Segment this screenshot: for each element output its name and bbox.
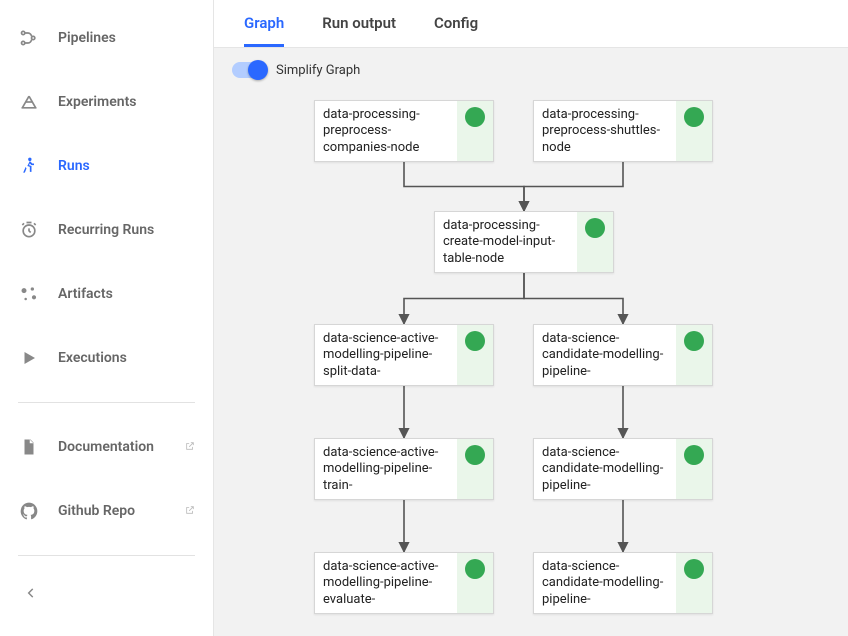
sidebar-item-documentation[interactable]: Documentation (18, 427, 195, 467)
node-status (457, 325, 493, 385)
external-link-icon (185, 505, 195, 518)
node-status (457, 553, 493, 613)
sidebar-item-executions[interactable]: Executions (18, 338, 195, 378)
success-icon (684, 445, 704, 465)
tabs: Graph Run output Config (214, 0, 848, 48)
sidebar-item-label: Artifacts (58, 286, 195, 302)
node-label: data-processing-preprocess-companies-nod… (315, 101, 457, 161)
simplify-toggle[interactable] (232, 62, 266, 78)
clock-icon (18, 219, 40, 241)
pipelines-icon (18, 27, 40, 49)
node-label: data-science-active-modelling-pipeline-e… (315, 553, 457, 613)
success-icon (585, 218, 605, 238)
graph-edges (214, 48, 848, 636)
graph-node[interactable]: data-science-active-modelling-pipeline-t… (314, 438, 494, 500)
graph-area[interactable]: Simplify Graph data-processing-preproces… (214, 48, 848, 636)
node-label: data-processing-preprocess-shuttles-node (534, 101, 676, 161)
success-icon (465, 331, 485, 351)
graph-node[interactable]: data-processing-create-model-input-table… (434, 211, 614, 273)
success-icon (684, 331, 704, 351)
artifacts-icon (18, 283, 40, 305)
node-status (457, 439, 493, 499)
sidebar-item-label: Github Repo (58, 503, 163, 519)
node-status (577, 212, 613, 272)
node-label: data-science-candidate-modelling-pipelin… (534, 553, 676, 613)
simplify-toggle-row: Simplify Graph (232, 62, 360, 78)
experiments-icon (18, 91, 40, 113)
graph-node[interactable]: data-science-active-modelling-pipeline-s… (314, 324, 494, 386)
simplify-toggle-label: Simplify Graph (276, 63, 360, 78)
sidebar-divider (18, 555, 195, 556)
runs-icon (18, 155, 40, 177)
success-icon (465, 445, 485, 465)
node-status (676, 439, 712, 499)
play-icon (18, 347, 40, 369)
sidebar-collapse-button[interactable] (18, 580, 44, 606)
node-status (676, 101, 712, 161)
node-label: data-science-candidate-modelling-pipelin… (534, 439, 676, 499)
node-label: data-processing-create-model-input-table… (435, 212, 577, 272)
graph-node[interactable]: data-processing-preprocess-shuttles-node (533, 100, 713, 162)
sidebar-item-runs[interactable]: Runs (18, 146, 195, 186)
success-icon (465, 107, 485, 127)
sidebar-item-artifacts[interactable]: Artifacts (18, 274, 195, 314)
graph-node[interactable]: data-science-active-modelling-pipeline-e… (314, 552, 494, 614)
tab-config[interactable]: Config (434, 14, 478, 47)
sidebar-item-label: Executions (58, 350, 195, 366)
node-label: data-science-active-modelling-pipeline-s… (315, 325, 457, 385)
graph-node[interactable]: data-processing-preprocess-companies-nod… (314, 100, 494, 162)
main-panel: Graph Run output Config Simplify Graph d… (214, 0, 848, 636)
document-icon (18, 436, 40, 458)
graph-node[interactable]: data-science-candidate-modelling-pipelin… (533, 552, 713, 614)
tab-run-output[interactable]: Run output (322, 14, 396, 47)
external-link-icon (185, 441, 195, 454)
sidebar-item-label: Experiments (58, 94, 195, 110)
node-status (457, 101, 493, 161)
graph-node[interactable]: data-science-candidate-modelling-pipelin… (533, 324, 713, 386)
sidebar-divider (18, 402, 195, 403)
success-icon (465, 559, 485, 579)
sidebar-item-recurring-runs[interactable]: Recurring Runs (18, 210, 195, 250)
success-icon (684, 559, 704, 579)
sidebar-item-label: Runs (58, 158, 195, 174)
github-icon (18, 500, 40, 522)
success-icon (684, 107, 704, 127)
sidebar-item-label: Documentation (58, 439, 163, 455)
node-label: data-science-active-modelling-pipeline-t… (315, 439, 457, 499)
sidebar-item-label: Pipelines (58, 30, 195, 46)
graph-node[interactable]: data-science-candidate-modelling-pipelin… (533, 438, 713, 500)
sidebar-item-github[interactable]: Github Repo (18, 491, 195, 531)
node-status (676, 325, 712, 385)
sidebar-item-experiments[interactable]: Experiments (18, 82, 195, 122)
sidebar: Pipelines Experiments Runs Recurring Run… (0, 0, 214, 636)
node-status (676, 553, 712, 613)
sidebar-item-label: Recurring Runs (58, 222, 195, 238)
node-label: data-science-candidate-modelling-pipelin… (534, 325, 676, 385)
graph-canvas: data-processing-preprocess-companies-nod… (214, 48, 848, 636)
sidebar-item-pipelines[interactable]: Pipelines (18, 18, 195, 58)
tab-graph[interactable]: Graph (244, 14, 284, 47)
